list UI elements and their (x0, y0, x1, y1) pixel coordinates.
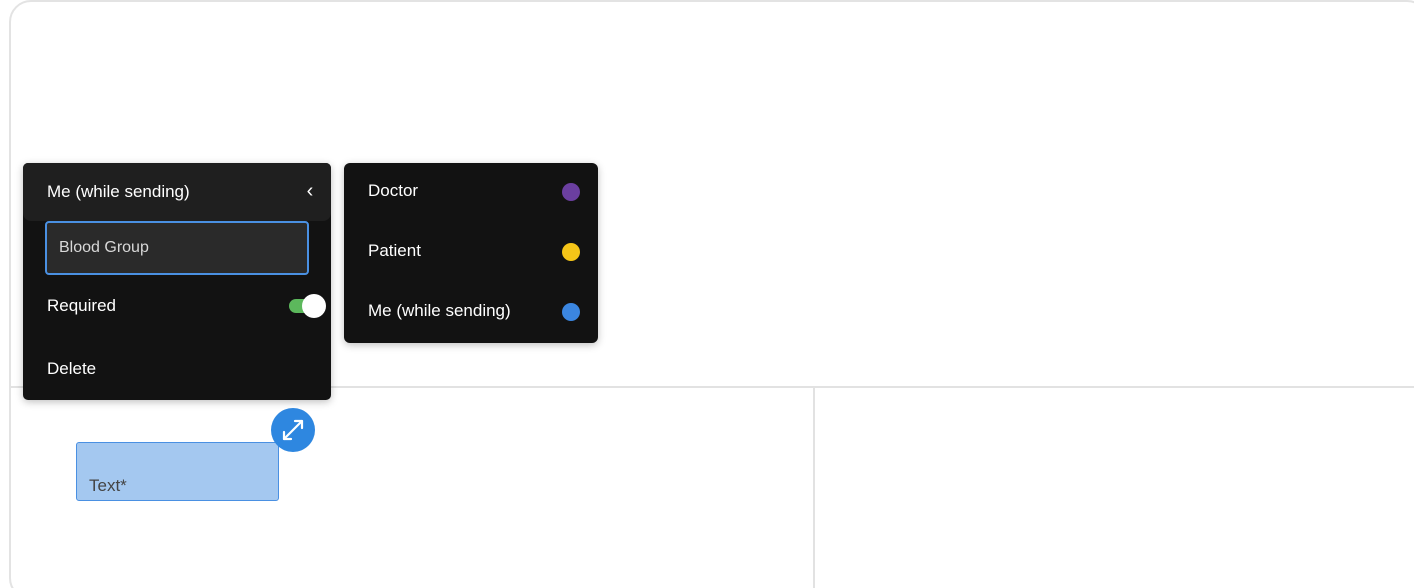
recipient-option-me[interactable]: Me (while sending) (344, 283, 598, 343)
chevron-left-icon[interactable]: ‹ (302, 180, 318, 202)
assignee-selector[interactable]: Me (while sending) ‹ (23, 163, 331, 221)
recipient-label: Me (while sending) (368, 301, 511, 320)
required-label: Required (47, 296, 116, 315)
recipient-color-dot (562, 183, 580, 201)
delete-field-button[interactable]: Delete (47, 359, 96, 379)
recipient-dropdown: Doctor Patient Me (while sending) (344, 163, 598, 343)
recipient-option-doctor[interactable]: Doctor (344, 163, 598, 223)
field-name-input[interactable] (45, 221, 309, 275)
page-divider-vertical (813, 388, 815, 588)
recipient-option-patient[interactable]: Patient (344, 223, 598, 283)
recipient-label: Patient (368, 241, 421, 260)
expand-arrows-icon[interactable] (271, 408, 315, 452)
assignee-label: Me (while sending) (47, 182, 190, 201)
recipient-color-dot (562, 243, 580, 261)
field-settings-panel: Me (while sending) ‹ Required Delete (23, 163, 331, 400)
text-field[interactable]: Text* (76, 442, 279, 501)
recipient-color-dot (562, 303, 580, 321)
text-field-label: Text* (89, 476, 127, 495)
required-toggle[interactable] (287, 294, 326, 318)
toggle-knob (302, 294, 326, 318)
recipient-label: Doctor (368, 181, 419, 200)
